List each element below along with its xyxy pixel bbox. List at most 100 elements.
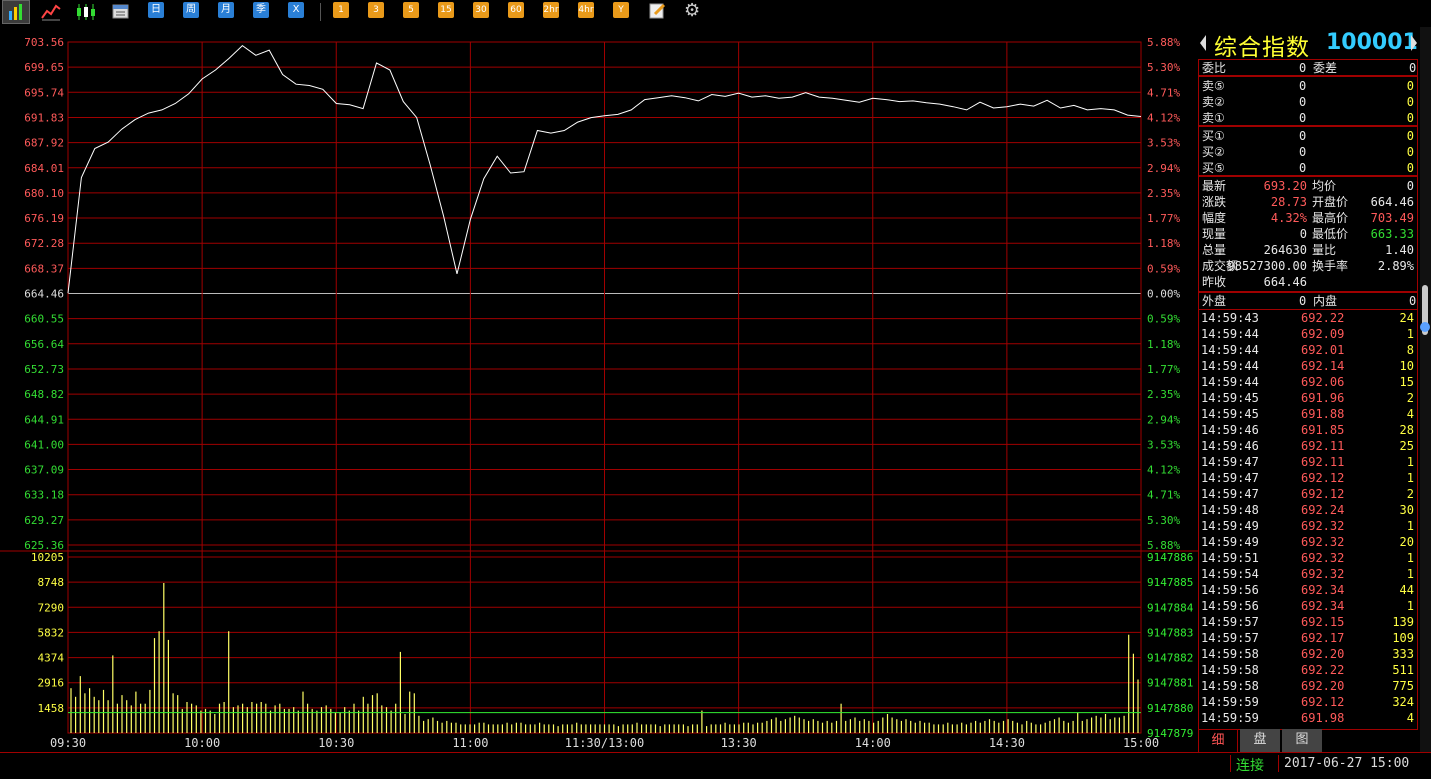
percent-tick-label: 0.00% xyxy=(1147,288,1180,301)
volume-tick-label: 4374 xyxy=(38,652,65,665)
price-tick-label: 648.82 xyxy=(24,388,64,401)
volume-right-tick-label: 9147885 xyxy=(1147,576,1193,589)
quote-value: 4.32% xyxy=(1270,211,1307,225)
sell-level-label: 卖⑤ xyxy=(1202,79,1225,93)
tick-price: 692.01 xyxy=(1301,343,1345,357)
percent-tick-label: 4.12% xyxy=(1147,111,1180,124)
tick-volume: 20 xyxy=(1399,535,1414,549)
quote-label: 开盘价 xyxy=(1312,195,1349,209)
candlestick-icon xyxy=(77,4,95,20)
quote-value: 0 xyxy=(1299,227,1307,241)
quote-label: 幅度 xyxy=(1202,211,1227,225)
calendar-icon-button[interactable] xyxy=(112,3,130,23)
minute-1-button[interactable]: 1 xyxy=(333,2,349,18)
price-tick-label: 652.73 xyxy=(24,363,64,376)
quote-panel: 综合指数 100001 委比 0 委差 0 卖⑤ 0 0 卖② 0 0 卖① 0 0 买① 0 0 买… xyxy=(1198,27,1418,752)
quote-value: 264630 xyxy=(1263,243,1307,257)
time-tick-label: 15:00 xyxy=(1123,736,1159,750)
quote-value: 1.40 xyxy=(1385,243,1414,257)
period-x-button[interactable]: X xyxy=(288,2,304,18)
settings-gear-icon[interactable]: ⚙ xyxy=(684,0,700,21)
tick-price: 691.98 xyxy=(1301,711,1345,725)
percent-tick-label: 1.18% xyxy=(1147,237,1180,250)
price-tick-label: 629.27 xyxy=(24,514,64,527)
tick-price: 692.20 xyxy=(1301,679,1345,693)
tick-time: 14:59:57 xyxy=(1201,615,1259,629)
quote-label: 总量 xyxy=(1202,243,1227,257)
tick-volume: 511 xyxy=(1392,663,1414,677)
tick-price: 692.06 xyxy=(1301,375,1345,389)
percent-tick-label: 5.88% xyxy=(1147,36,1180,49)
status-divider xyxy=(1230,755,1231,772)
tick-time: 14:59:56 xyxy=(1201,599,1259,613)
tab-orderbook[interactable]: 盘 xyxy=(1240,729,1280,753)
next-arrow-icon[interactable] xyxy=(1411,35,1417,51)
draw-tool-icon-button[interactable] xyxy=(649,2,667,24)
toolbar: 日 周 月 季 X 1 3 5 15 30 60 2hr 4hr Y ⚙ xyxy=(0,0,1431,27)
prev-arrow-icon[interactable] xyxy=(1200,35,1206,51)
panel-tabs: 细 盘 图 xyxy=(1198,729,1418,753)
tick-price: 692.32 xyxy=(1301,519,1345,533)
minute-60-button[interactable]: 60 xyxy=(508,2,524,18)
quote-label: 昨收 xyxy=(1202,275,1227,289)
tick-volume: 1 xyxy=(1406,471,1414,485)
volume-tick-label: 2916 xyxy=(38,677,65,690)
percent-tick-label: 3.53% xyxy=(1147,438,1180,451)
minute-15-button[interactable]: 15 xyxy=(438,2,454,18)
line-chart-icon-button[interactable] xyxy=(40,2,62,26)
tab-detail[interactable]: 细 xyxy=(1198,729,1238,753)
tick-volume: 1 xyxy=(1406,567,1414,581)
percent-tick-label: 2.35% xyxy=(1147,187,1180,200)
volume-right-tick-label: 9147884 xyxy=(1147,601,1194,614)
period-week-button[interactable]: 周 xyxy=(183,2,199,18)
connection-status: 连接 xyxy=(1236,758,1264,774)
price-grid xyxy=(0,41,1198,734)
quote-label: 最新 xyxy=(1202,179,1227,193)
index-code: 100001 xyxy=(1326,30,1418,55)
tick-price: 692.15 xyxy=(1301,615,1345,629)
price-right-axis: 5.88% 5.30% 4.71% 4.12% 3.53% 2.94% 2.35% 1.77%… xyxy=(1147,36,1180,552)
percent-tick-label: 4.71% xyxy=(1147,86,1180,99)
time-tick-label: 14:00 xyxy=(855,736,891,750)
time-tick-label: 09:30 xyxy=(50,736,86,750)
year-button[interactable]: Y xyxy=(613,2,629,18)
candlestick-icon-button[interactable] xyxy=(74,2,98,26)
tick-volume: 324 xyxy=(1392,695,1414,709)
period-quarter-button[interactable]: 季 xyxy=(253,2,269,18)
hour-4-button[interactable]: 4hr xyxy=(578,2,594,18)
weibi-box: 委比 0 委差 0 xyxy=(1198,59,1418,76)
status-divider xyxy=(1278,755,1279,772)
scrollbar-knob[interactable] xyxy=(1420,322,1430,332)
time-tick-label: 13:30 xyxy=(721,736,757,750)
tab-chart[interactable]: 图 xyxy=(1282,729,1322,753)
tick-time: 14:59:57 xyxy=(1201,631,1259,645)
volume-right-tick-label: 9147880 xyxy=(1147,702,1193,715)
sell-level-price: 0 xyxy=(1299,79,1307,93)
bar-chart-icon-button[interactable] xyxy=(2,0,30,24)
period-day-button[interactable]: 日 xyxy=(148,2,164,18)
hour-2-button[interactable]: 2hr xyxy=(543,2,559,18)
tick-time: 14:59:44 xyxy=(1201,327,1259,341)
scrollbar[interactable] xyxy=(1420,27,1431,752)
tick-volume: 15 xyxy=(1399,375,1414,389)
line-chart-icon xyxy=(41,4,61,21)
tick-time: 14:59:45 xyxy=(1201,407,1259,421)
tick-volume: 775 xyxy=(1392,679,1414,693)
tick-price: 692.20 xyxy=(1301,647,1345,661)
weibi-value: 0 xyxy=(1299,61,1307,75)
minute-30-button[interactable]: 30 xyxy=(473,2,489,18)
volume-tick-label: 8748 xyxy=(38,576,65,589)
quote-value: 98527300.00 xyxy=(1227,259,1307,273)
percent-tick-label: 3.53% xyxy=(1147,137,1180,150)
period-month-button[interactable]: 月 xyxy=(218,2,234,18)
percent-tick-label: 0.59% xyxy=(1147,262,1180,275)
tick-volume: 30 xyxy=(1399,503,1414,517)
price-tick-label: 684.01 xyxy=(24,162,64,175)
minute-5-button[interactable]: 5 xyxy=(403,2,419,18)
tick-time: 14:59:44 xyxy=(1201,375,1259,389)
quote-value: 693.20 xyxy=(1263,179,1307,193)
tick-list[interactable]: 14:59:43 692.22 24 14:59:44 692.09 1 14:59:44 6… xyxy=(1198,310,1418,730)
minute-3-button[interactable]: 3 xyxy=(368,2,384,18)
volume-tick-label: 10205 xyxy=(31,551,64,564)
buy-level-label: 买② xyxy=(1202,145,1225,159)
